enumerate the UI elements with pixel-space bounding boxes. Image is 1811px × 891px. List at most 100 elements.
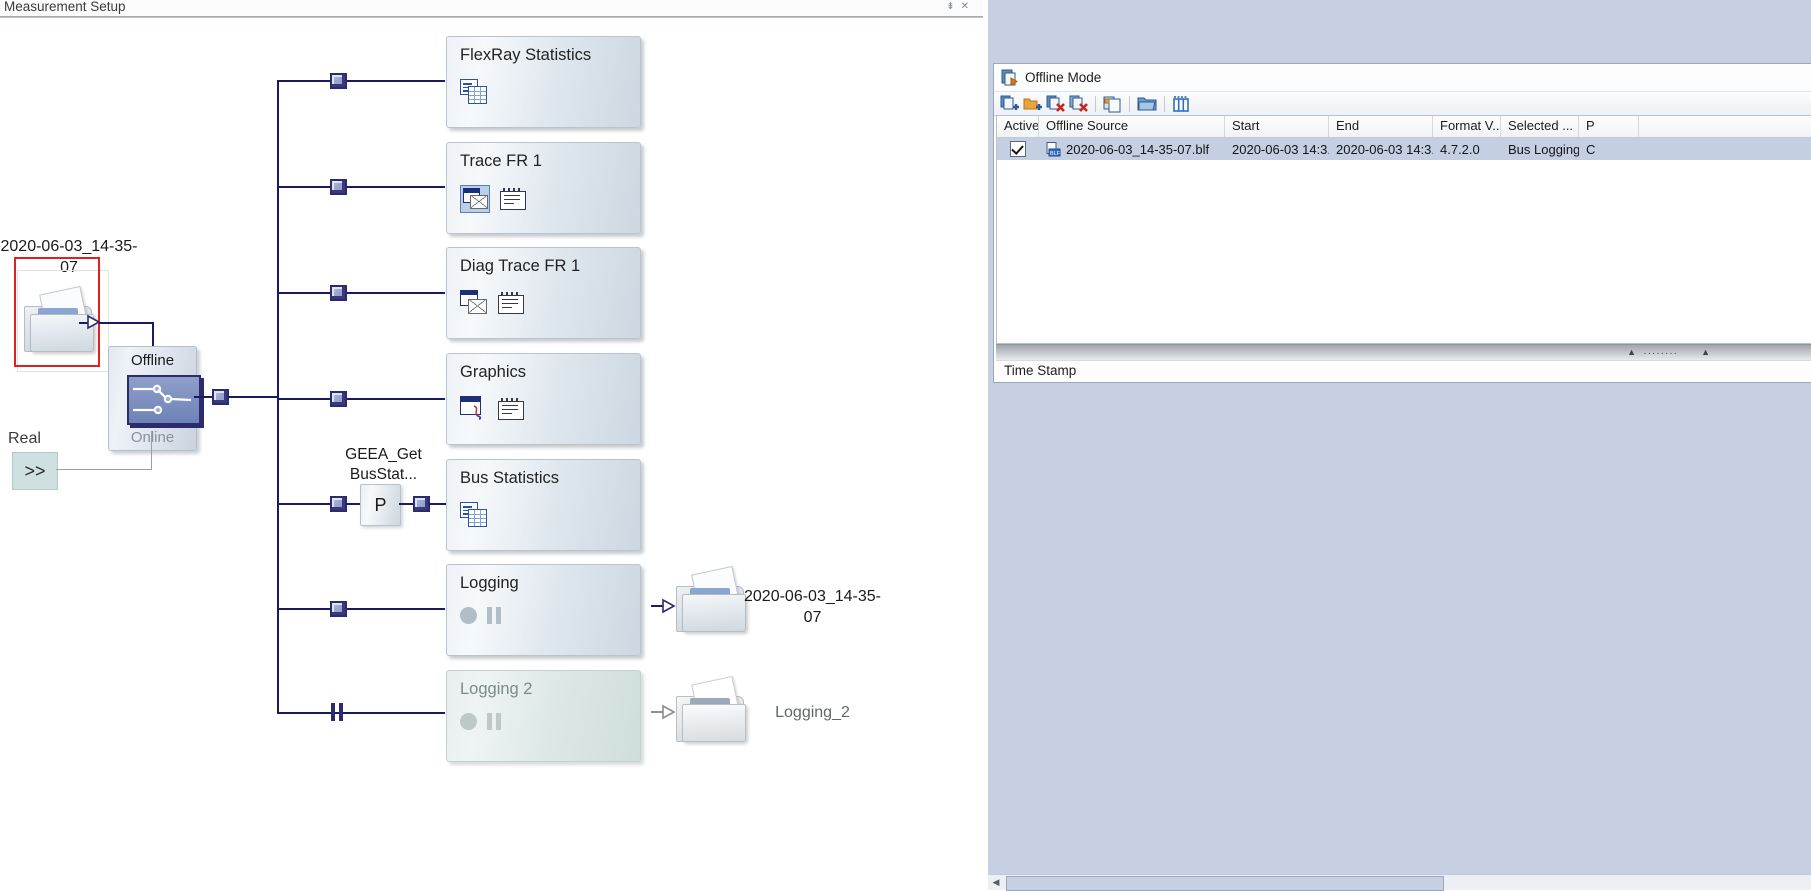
graphics-window-icon[interactable] [460,396,488,420]
table-header-row: Active Offline Source Start End Format V… [997,116,1811,138]
close-icon[interactable]: ✕ [961,1,975,12]
column-header-source[interactable]: Offline Source [1039,116,1225,137]
real-label: Real [8,430,41,447]
block-icons[interactable] [460,502,487,527]
list-config-icon[interactable] [500,187,526,210]
columns-icon[interactable] [1172,95,1191,113]
block-graphics[interactable]: Graphics [446,353,641,445]
svg-text:BLF: BLF [1050,151,1061,157]
bus-junction-node[interactable] [212,389,229,405]
scroll-left-icon[interactable]: ◀ [989,876,1003,889]
add-folder-icon[interactable] [1023,95,1042,113]
table-row[interactable]: BLF 2020-06-03_14-35-07.blf 2020-06-03 1… [997,138,1811,160]
logging-output-label: 2020-06-03_14-35-07 [744,588,881,626]
offline-mode-pane: Offline Mode Active Offline Source Start… [983,0,1811,891]
arrow-head-icon [662,598,676,614]
offline-mode-titlebar: Offline Mode [994,64,1811,91]
block-title: Graphics [460,363,527,381]
block-icons[interactable] [460,290,524,314]
pane-gap-strip [983,0,988,890]
titlebar-buttons[interactable]: ⇟✕ [946,1,975,12]
row-p-cell: C [1586,141,1596,157]
wire-branch-6 [277,608,445,610]
block-icons[interactable] [460,185,526,213]
branch-node-3[interactable] [330,285,347,301]
block-flexray-statistics[interactable]: FlexRay Statistics [446,36,641,128]
row-active-cell[interactable] [997,138,1039,160]
record-icon[interactable] [460,713,477,730]
branch-node-1[interactable] [330,73,347,89]
branch-node-4[interactable] [330,391,347,407]
remove-source-icon[interactable] [1046,95,1065,113]
toggle-switch-icon[interactable] [127,375,201,425]
offline-mode-title: Offline Mode [1025,70,1102,85]
remove-all-icon[interactable] [1069,95,1088,113]
statistics-icon[interactable] [460,79,487,104]
offline-mode-icon [1001,69,1018,86]
pin-icon[interactable]: ⇟ [946,1,960,12]
offline-online-switch-block[interactable]: Offline Online [108,346,201,451]
column-header-p[interactable]: P [1579,116,1639,137]
folder-file-icon[interactable] [676,565,750,632]
list-config-icon[interactable] [498,397,524,420]
branch-node-2[interactable] [330,179,347,195]
column-header-end[interactable]: End [1329,116,1433,137]
diag-trace-icon[interactable] [460,290,488,314]
block-icons[interactable] [460,713,501,730]
list-config-icon[interactable] [498,291,524,314]
splitter-grip[interactable]: ········ [1643,348,1678,359]
branch-node-7-disabled[interactable] [330,703,344,721]
wire-branch-5b [429,503,446,505]
wire-branch-4 [277,398,445,400]
block-trace-fr-1[interactable]: Trace FR 1 [446,142,641,234]
branch-node-5b[interactable] [413,496,430,512]
toolbar-separator [1164,95,1165,112]
offline-source-table[interactable]: Active Offline Source Start End Format V… [996,115,1811,344]
block-icons[interactable] [460,79,487,104]
column-header-format[interactable]: Format V... [1433,116,1501,137]
record-icon[interactable] [460,607,477,624]
trace-window-icon[interactable] [460,185,490,213]
statistics-icon[interactable] [460,502,487,527]
offline-mode-window[interactable]: Offline Mode Active Offline Source Start… [993,63,1811,383]
block-title: FlexRay Statistics [460,46,592,64]
block-bus-statistics[interactable]: Bus Statistics [446,459,641,551]
column-header-start[interactable]: Start [1225,116,1329,137]
folder-file-icon[interactable] [676,675,750,742]
column-header-selected[interactable]: Selected ... [1501,116,1579,137]
block-logging[interactable]: Logging [446,564,641,656]
splitter-arrow-right-icon[interactable]: ▲ [1701,347,1710,357]
block-diag-trace-fr-1[interactable]: Diag Trace FR 1 [446,247,641,339]
pause-icon[interactable] [487,607,501,624]
block-title: Trace FR 1 [460,152,542,170]
pause-icon[interactable] [487,713,501,730]
switch-online-label: Online [130,429,175,446]
program-node-p[interactable]: P [360,484,401,526]
row-end-cell: 2020-06-03 14:3... [1336,141,1433,157]
copy-source-icon[interactable] [1103,95,1122,113]
column-header-active[interactable]: Active [997,116,1039,137]
block-icons[interactable] [460,396,524,420]
offline-mode-toolbar[interactable] [994,91,1811,116]
block-icons[interactable] [460,607,501,624]
splitter-arrow-left-icon[interactable]: ▲ [1627,347,1636,357]
wire-branch-7 [277,712,445,714]
horizontal-scrollbar[interactable]: ◀ [988,874,1811,891]
wire-online-down [151,431,152,470]
wire-branch-2 [277,186,445,188]
branch-node-5[interactable] [330,496,347,512]
arrow-head-icon [662,704,676,720]
block-title: Logging [460,574,519,592]
switch-offline-label: Offline [130,352,175,369]
table-splitter[interactable]: ▲ ········ ▲ [996,344,1811,360]
open-folder-icon[interactable] [1137,95,1157,113]
block-logging-2[interactable]: Logging 2 [446,670,641,762]
scrollbar-thumb[interactable] [1006,876,1444,891]
row-source-cell[interactable]: BLF 2020-06-03_14-35-07.blf [1039,138,1225,160]
real-expand-button[interactable]: >> [12,452,58,490]
add-offline-source-icon[interactable] [1000,95,1019,113]
branch-node-6[interactable] [330,601,347,617]
active-checkbox[interactable] [1010,141,1026,157]
measurement-setup-pane: Measurement Setup ⇟✕ 2020-06-03_14-35-07… [0,0,983,890]
diagram-canvas[interactable]: 2020-06-03_14-35-07 Offline Online Real … [0,18,983,890]
